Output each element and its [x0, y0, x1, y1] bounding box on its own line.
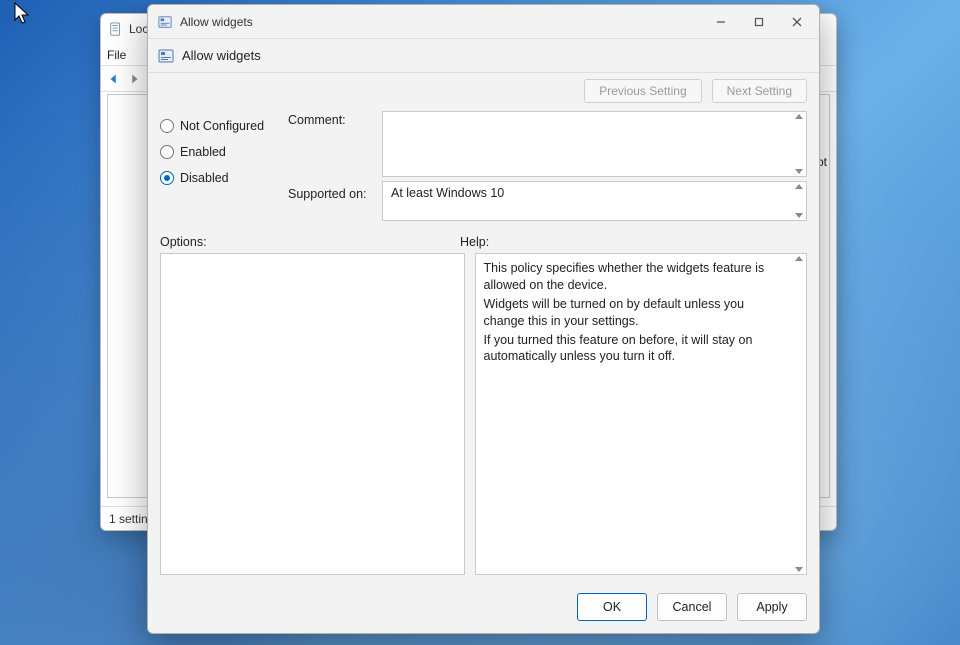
scrollbar[interactable]: [791, 254, 806, 574]
previous-setting-button[interactable]: Previous Setting: [584, 79, 701, 103]
forward-icon[interactable]: [127, 72, 141, 86]
supported-on-text: At least Windows 10: [391, 186, 504, 200]
scroll-up-icon[interactable]: [795, 184, 803, 189]
comment-label: Comment:: [288, 111, 382, 127]
minimize-icon: [716, 17, 726, 27]
radio-label: Not Configured: [180, 119, 264, 133]
state-radio-group: Not Configured Enabled Disabled: [160, 111, 288, 221]
scroll-up-icon[interactable]: [795, 114, 803, 119]
help-line: This policy specifies whether the widget…: [484, 260, 787, 294]
policy-icon: [158, 15, 172, 29]
policy-dialog: Allow widgets Allow widgets Previous Set…: [147, 4, 820, 634]
menu-file[interactable]: File: [107, 48, 126, 62]
radio-label: Disabled: [180, 171, 229, 185]
radio-enabled[interactable]: Enabled: [160, 139, 288, 165]
scrollbar[interactable]: [791, 182, 806, 220]
help-label: Help:: [460, 235, 489, 249]
radio-label: Enabled: [180, 145, 226, 159]
bg-title-text: Loc: [129, 22, 148, 36]
dialog-header-text: Allow widgets: [182, 48, 261, 63]
help-line: If you turned this feature on before, it…: [484, 332, 787, 366]
supported-on-box: At least Windows 10: [382, 181, 807, 221]
maximize-icon: [754, 17, 764, 27]
help-pane: This policy specifies whether the widget…: [475, 253, 808, 575]
radio-disabled[interactable]: Disabled: [160, 165, 288, 191]
back-icon[interactable]: [107, 72, 121, 86]
mouse-cursor-icon: [14, 2, 32, 26]
dialog-titlebar[interactable]: Allow widgets: [148, 5, 819, 39]
scrollbar[interactable]: [791, 112, 806, 176]
options-pane: [160, 253, 465, 575]
radio-icon: [160, 171, 174, 185]
comment-textarea[interactable]: [382, 111, 807, 177]
dialog-title: Allow widgets: [180, 15, 253, 29]
next-setting-button[interactable]: Next Setting: [712, 79, 807, 103]
minimize-button[interactable]: [703, 9, 739, 35]
ok-button[interactable]: OK: [577, 593, 647, 621]
dialog-header: Allow widgets: [148, 39, 819, 73]
maximize-button[interactable]: [741, 9, 777, 35]
apply-button[interactable]: Apply: [737, 593, 807, 621]
policy-header-icon: [158, 48, 174, 64]
scroll-down-icon[interactable]: [795, 169, 803, 174]
close-button[interactable]: [779, 9, 815, 35]
radio-not-configured[interactable]: Not Configured: [160, 113, 288, 139]
cancel-button[interactable]: Cancel: [657, 593, 727, 621]
scroll-up-icon[interactable]: [795, 256, 803, 261]
document-icon: [109, 22, 123, 36]
supported-label: Supported on:: [288, 185, 382, 201]
help-line: Widgets will be turned on by default unl…: [484, 296, 787, 330]
scroll-down-icon[interactable]: [795, 567, 803, 572]
options-label: Options:: [160, 235, 460, 249]
radio-icon: [160, 119, 174, 133]
scroll-down-icon[interactable]: [795, 213, 803, 218]
radio-icon: [160, 145, 174, 159]
close-icon: [792, 17, 802, 27]
